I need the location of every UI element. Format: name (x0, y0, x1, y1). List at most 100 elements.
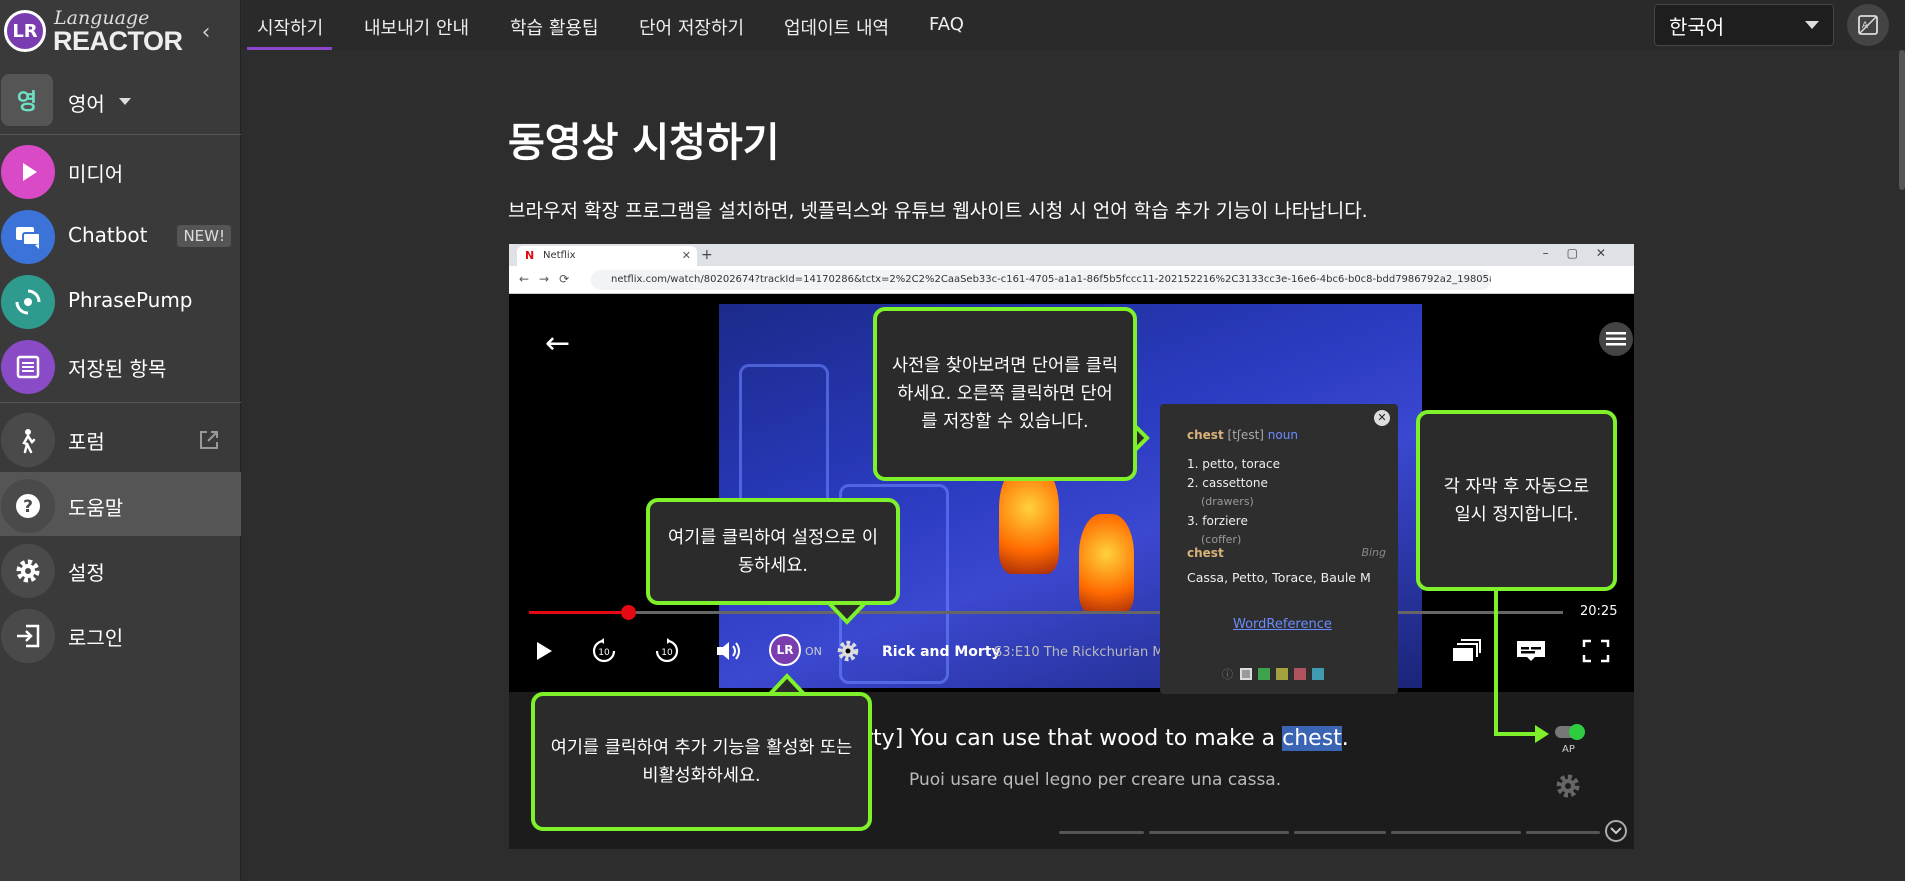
sidebar-item-label: 저장된 항목 (68, 357, 167, 381)
color-swatch (1258, 668, 1270, 680)
sidebar-item-label: 설정 (68, 561, 105, 585)
language-label: 영어 (68, 92, 105, 116)
dictionary-word: chest (1187, 428, 1224, 442)
sidebar-item-help[interactable]: ? 도움말 (0, 472, 241, 536)
sidebar-item-saved[interactable]: 저장된 항목 (0, 333, 241, 397)
dictionary-ipa: [tʃest] (1227, 428, 1264, 442)
tab-learning-tips[interactable]: 학습 활용팁 (510, 0, 599, 50)
page-scrollbar[interactable] (1899, 50, 1905, 190)
gear-icon (833, 636, 863, 666)
subtitles-icon (1514, 636, 1548, 666)
sidebar-item-login[interactable]: 로그인 (0, 602, 241, 666)
sidebar-item-media[interactable]: 미디어 (0, 138, 241, 202)
svg-text:10: 10 (661, 648, 673, 658)
sidebar-divider (0, 134, 241, 135)
tab-update-history[interactable]: 업데이트 내역 (784, 0, 889, 50)
callout-settings-tip: 여기를 클릭하여 설정으로 이동하세요. (646, 498, 900, 605)
fullscreen-icon (1579, 636, 1613, 666)
logo-mark: LR (4, 10, 46, 52)
external-link-icon (200, 431, 218, 449)
sidebar-item-label: PhrasePump (68, 288, 193, 312)
forward-10-icon: 10 (652, 636, 682, 666)
progress-fill (529, 611, 629, 614)
toggle-knob (1569, 724, 1585, 740)
tab-faq[interactable]: FAQ (929, 0, 964, 50)
bing-translation: Cassa, Petto, Torace, Baule M (1187, 570, 1371, 585)
login-icon (1, 609, 55, 663)
sidebar: LR Language REACTOR ‹ 영 영어 미디어 Chatbot N… (0, 0, 241, 881)
svg-text:10: 10 (598, 648, 610, 658)
sidebar-item-forum[interactable]: 포럼 (0, 406, 241, 470)
tab-getting-started[interactable]: 시작하기 (247, 0, 332, 50)
callout-text: 여기를 클릭하여 추가 기능을 활성화 또는 비활성화하세요. (550, 737, 853, 786)
dictionary-definition: 2. cassettone (1187, 476, 1268, 490)
subtitle-text-end: . (1341, 726, 1349, 751)
translate-toggle-button[interactable]: A (1847, 4, 1889, 46)
video-character (1079, 514, 1134, 614)
rewind-10-icon: 10 (589, 636, 619, 666)
language-glyph: 영 (16, 90, 38, 115)
translate-icon: A (1858, 15, 1878, 35)
sidebar-item-label: Chatbot (68, 223, 148, 247)
back-arrow-icon: ← (545, 326, 571, 361)
ui-language-value: 한국어 (1669, 14, 1725, 39)
color-swatch (1294, 668, 1306, 680)
close-icon: ✕ (1374, 410, 1390, 426)
play-icon (529, 636, 559, 666)
browser-tab: N Netflix ✕ (517, 246, 697, 266)
window-controls-icon: –▢✕ (1542, 246, 1624, 260)
show-title: Rick and Morty (882, 644, 1001, 660)
volume-icon (714, 636, 744, 666)
logo-line2: REACTOR (53, 26, 183, 56)
new-badge: NEW! (177, 225, 231, 247)
collapse-sidebar-chevron-icon[interactable]: ‹ (195, 20, 217, 46)
chevron-down-icon (119, 98, 131, 105)
list-icon (1, 340, 55, 394)
sidebar-divider (0, 402, 241, 403)
sidebar-item-label: 미디어 (68, 162, 124, 186)
page-description: 브라우저 확장 프로그램을 설치하면, 넷플릭스와 유튜브 웹사이트 시청 시 … (508, 200, 1368, 222)
subtitle-translation: Puoi usare quel legno per creare una cas… (909, 770, 1282, 790)
tab-saving-words[interactable]: 단어 저장하기 (639, 0, 744, 50)
sidebar-item-phrasepump[interactable]: PhrasePump (0, 268, 241, 332)
play-icon (1, 145, 55, 199)
dictionary-headword: chest [tʃest] noun (1187, 428, 1298, 442)
subtitle-highlighted-word: chest (1282, 726, 1342, 751)
sidebar-item-settings[interactable]: 설정 (0, 537, 241, 601)
subtitle-original: rty] You can use that wood to make a che… (864, 726, 1349, 751)
subtitle-track-segment (1149, 831, 1289, 834)
callout-dictionary-tip: 사전을 찾아보려면 단어를 클릭하세요. 오른쪽 클릭하면 단어를 저장할 수 … (873, 307, 1137, 481)
sidebar-item-chatbot[interactable]: Chatbot NEW! (0, 203, 241, 267)
progress-knob (621, 605, 637, 620)
bing-headword: chest (1187, 546, 1224, 560)
svg-text:?: ? (23, 497, 33, 517)
callout-text: 사전을 찾아보려면 단어를 클릭하세요. 오른쪽 클릭하면 단어를 저장할 수 … (892, 356, 1118, 432)
browser-nav-icons: ←→⟳ (519, 272, 580, 286)
callout-toggle-tip: 여기를 클릭하여 추가 기능을 활성화 또는 비활성화하세요. (531, 692, 872, 831)
bing-source: Bing (1361, 546, 1386, 559)
dictionary-definition: 1. petto, torace (1187, 457, 1280, 471)
subtitle-track-segment (1294, 831, 1386, 834)
video-progress-bar (529, 605, 1563, 620)
hamburger-menu-icon (1599, 322, 1633, 356)
video-time: 20:25 (1580, 604, 1618, 619)
callout-text: 여기를 클릭하여 설정으로 이동하세요. (668, 527, 878, 576)
browser-tab-strip: N Netflix ✕ + –▢✕ (509, 244, 1634, 266)
chat-icon (1, 210, 55, 264)
color-swatch (1276, 668, 1288, 680)
wordreference-link: WordReference (1233, 617, 1332, 632)
chevron-down-icon (1805, 21, 1819, 29)
tab-export-guide[interactable]: 내보내기 안내 (364, 0, 469, 50)
browser-address-bar: ←→⟳ netflix.com/watch/80202674?trackId=1… (509, 266, 1634, 294)
language-selector[interactable]: 영 영어 (0, 68, 241, 132)
color-swatch (1312, 668, 1324, 680)
gear-icon (1, 544, 55, 598)
show-episode: S3:E10 The Rickchurian M (994, 645, 1164, 660)
dictionary-pos: noun (1267, 428, 1298, 442)
sidebar-item-label: 도움말 (68, 496, 124, 520)
ui-language-select[interactable]: 한국어 (1654, 4, 1834, 46)
dictionary-definition: 3. forziere (1187, 514, 1248, 528)
sidebar-item-label: 포럼 (68, 430, 105, 454)
browser-url: netflix.com/watch/80202674?trackId=14170… (591, 270, 1491, 290)
browser-tab-title: Netflix (543, 250, 576, 261)
